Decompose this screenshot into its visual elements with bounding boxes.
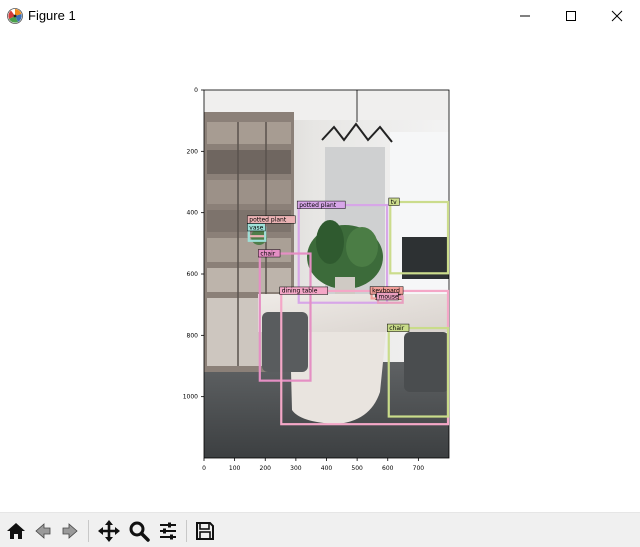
zoom-button[interactable] (126, 518, 152, 544)
detection-label: vase (249, 224, 263, 231)
x-tick-label: 200 (260, 465, 272, 472)
forward-button[interactable] (57, 518, 83, 544)
x-tick-label: 600 (382, 465, 394, 472)
y-tick-label: 1000 (183, 394, 198, 401)
x-tick-label: 100 (229, 465, 241, 472)
x-axis: 0 100 200 300 400 500 600 700 (202, 458, 424, 472)
detection-label: potted plant (249, 217, 287, 224)
back-button[interactable] (30, 518, 56, 544)
y-tick-label: 600 (187, 271, 199, 278)
pan-button[interactable] (96, 518, 122, 544)
detection-label: mouse (379, 293, 399, 300)
navigation-toolbar (0, 512, 640, 547)
detection-label: tv (391, 199, 397, 206)
sliders-icon (157, 520, 179, 542)
back-arrow-icon (32, 520, 54, 542)
minimize-button[interactable] (502, 0, 548, 32)
matplotlib-logo-icon (6, 7, 24, 25)
detection-label: chair (260, 250, 275, 257)
figure-canvas[interactable]: 0 100 200 300 400 500 600 700 0 200 400 600 800 1000… (0, 32, 640, 512)
y-tick-label: 200 (187, 148, 199, 155)
y-tick-label: 400 (187, 210, 199, 217)
y-axis: 0 200 400 600 800 1000 (183, 87, 204, 401)
close-icon (611, 10, 623, 22)
configure-button[interactable] (155, 518, 181, 544)
home-button[interactable] (3, 518, 29, 544)
close-button[interactable] (594, 0, 640, 32)
save-button[interactable] (192, 518, 218, 544)
x-tick-label: 400 (321, 465, 333, 472)
toolbar-separator (88, 520, 89, 542)
detection-plot: 0 100 200 300 400 500 600 700 0 200 400 600 800 1000… (183, 87, 450, 472)
maximize-button[interactable] (548, 0, 594, 32)
detection-label: chair (389, 325, 404, 332)
x-tick-label: 300 (290, 465, 302, 472)
y-tick-label: 800 (187, 332, 199, 339)
zoom-icon (128, 520, 150, 542)
window-title: Figure 1 (28, 8, 76, 23)
x-tick-label: 0 (202, 465, 206, 472)
title-bar: Figure 1 (0, 0, 640, 32)
x-tick-label: 500 (351, 465, 363, 472)
detection-label: potted plant (299, 202, 337, 209)
home-icon (5, 520, 27, 542)
detection-label: dining table (282, 288, 318, 295)
save-icon (194, 520, 216, 542)
minimize-icon (519, 10, 531, 22)
maximize-icon (565, 10, 577, 22)
y-tick-label: 0 (194, 87, 198, 94)
x-tick-label: 700 (413, 465, 425, 472)
toolbar-separator (186, 520, 187, 542)
move-icon (97, 519, 121, 543)
forward-arrow-icon (59, 520, 81, 542)
